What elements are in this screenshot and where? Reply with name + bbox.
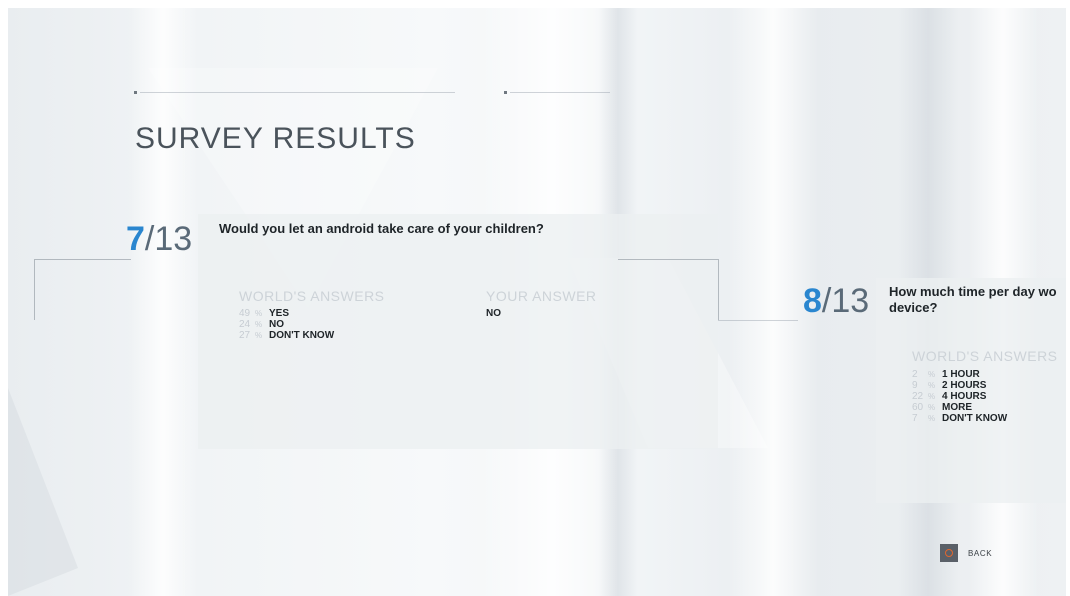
- percent-mark: %: [928, 392, 936, 401]
- your-answer-value: NO: [486, 308, 501, 319]
- decor-line: [140, 92, 455, 93]
- question-counter: 7/13: [126, 222, 192, 256]
- answer-label: DON'T KNOW: [269, 330, 335, 341]
- card-bracket-left: [34, 259, 131, 320]
- survey-screen: SURVEY RESULTS 7/13 Would you let an and…: [8, 8, 1066, 596]
- back-button[interactable]: BACK: [940, 544, 992, 562]
- answer-label: DON'T KNOW: [942, 413, 1008, 424]
- percent-mark: %: [928, 370, 936, 379]
- answer-percent: 24: [239, 319, 251, 330]
- answer-row: 27 % DON'T KNOW: [239, 330, 334, 341]
- answer-label: 4 HOURS: [942, 391, 987, 402]
- question-separator: /: [144, 220, 155, 258]
- answer-row: 24 % NO: [239, 319, 334, 330]
- decor-dot: [504, 91, 507, 94]
- answer-row: 49 % YES: [239, 308, 334, 319]
- answer-label: NO: [269, 319, 284, 330]
- worlds-answers-header: WORLD'S ANSWERS: [239, 288, 385, 304]
- answer-label: 1 HOUR: [942, 369, 980, 380]
- circle-button-icon: [940, 544, 958, 562]
- decor-dot: [134, 91, 137, 94]
- answer-percent: 2: [912, 369, 918, 380]
- answer-row: 60 % MORE: [912, 402, 1007, 413]
- your-answer-header: YOUR ANSWER: [486, 288, 597, 304]
- question-current-number: 8: [803, 282, 822, 320]
- answer-percent: 60: [912, 402, 924, 413]
- percent-mark: %: [255, 320, 263, 329]
- question-text: How much time per day wo device?: [889, 284, 1057, 316]
- question-separator: /: [821, 282, 832, 320]
- worlds-answers-list: 2 % 1 HOUR 9 % 2 HOURS 22 % 4 HOURS 60 %…: [912, 369, 1007, 424]
- answer-row: 9 % 2 HOURS: [912, 380, 1007, 391]
- answer-label: YES: [269, 308, 290, 319]
- answer-row: 22 % 4 HOURS: [912, 391, 1007, 402]
- worlds-answers-list: 49 % YES 24 % NO 27 % DON'T KNOW: [239, 308, 334, 341]
- question-total: 13: [154, 220, 193, 258]
- worlds-answers-header: WORLD'S ANSWERS: [912, 348, 1058, 364]
- back-button-label: BACK: [968, 548, 993, 558]
- card-bracket-right: [618, 259, 719, 320]
- answer-percent: 7: [912, 413, 918, 424]
- page-title: SURVEY RESULTS: [135, 122, 416, 155]
- percent-mark: %: [928, 381, 936, 390]
- percent-mark: %: [255, 331, 263, 340]
- answer-percent: 9: [912, 380, 918, 391]
- answer-row: 2 % 1 HOUR: [912, 369, 1007, 380]
- question-current-number: 7: [126, 220, 145, 258]
- question-text-line: How much time per day wo: [889, 284, 1057, 299]
- decor-line: [510, 92, 610, 93]
- answer-percent: 49: [239, 308, 251, 319]
- answer-row: 7 % DON'T KNOW: [912, 413, 1007, 424]
- connector-line: [718, 320, 798, 321]
- question-text-line: device?: [889, 300, 938, 315]
- percent-mark: %: [928, 414, 936, 423]
- question-total: 13: [831, 282, 870, 320]
- answer-label: MORE: [942, 402, 972, 413]
- question-counter: 8/13: [803, 284, 869, 318]
- percent-mark: %: [928, 403, 936, 412]
- question-text: Would you let an android take care of yo…: [219, 221, 544, 236]
- answer-label: 2 HOURS: [942, 380, 987, 391]
- percent-mark: %: [255, 309, 263, 318]
- answer-percent: 27: [239, 330, 251, 341]
- answer-percent: 22: [912, 391, 924, 402]
